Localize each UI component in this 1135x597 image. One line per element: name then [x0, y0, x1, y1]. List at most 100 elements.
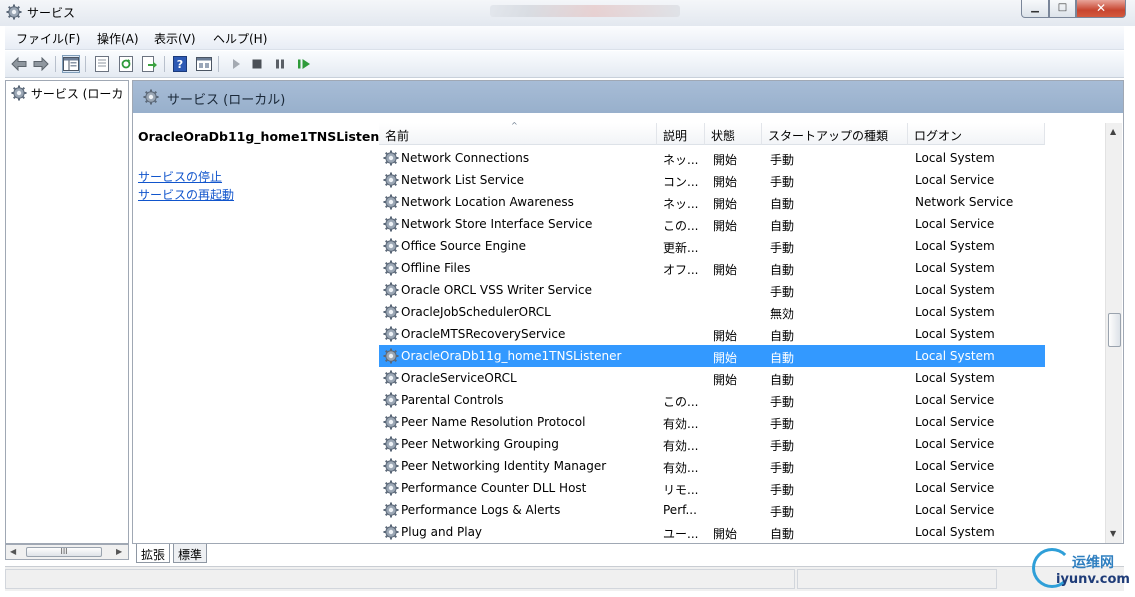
service-name-cell: Plug and Play	[401, 525, 483, 539]
status-cell	[5, 569, 795, 589]
column-header-name[interactable]: ^ 名前	[379, 121, 657, 145]
view-button[interactable]	[195, 55, 213, 73]
service-logon-cell: Local System	[915, 283, 995, 297]
resume-icon	[298, 59, 310, 69]
services-main-pane: サービス (ローカル) OracleOraDb11g_home1TNSListe…	[132, 80, 1124, 544]
table-row[interactable]: OracleJobSchedulerORCL 無効 Local System	[379, 301, 1045, 323]
service-startup-cell: 自動	[770, 373, 795, 387]
show-hide-tree-icon	[63, 57, 79, 71]
menu-help[interactable]: ヘルプ(H)	[213, 30, 267, 47]
scroll-down-icon[interactable]: ▼	[1110, 529, 1116, 538]
column-header-description[interactable]: 説明	[657, 123, 705, 145]
toolbar-separator	[218, 56, 219, 72]
column-header-status[interactable]: 状態	[705, 123, 762, 145]
scroll-up-icon[interactable]: ▲	[1110, 127, 1116, 136]
show-hide-tree-button[interactable]	[62, 55, 80, 73]
table-row[interactable]: OracleServiceORCL 開始 自動 Local System	[379, 367, 1045, 389]
minimize-button[interactable]: ▁	[1021, 0, 1049, 18]
selected-service-title: OracleOraDb11g_home1TNSListener	[138, 129, 394, 144]
properties-button[interactable]	[93, 55, 111, 73]
table-row[interactable]: Network Store Interface Service この... 開始 自動…	[379, 213, 1045, 235]
restart-service-button[interactable]	[295, 55, 313, 73]
back-icon	[11, 57, 27, 71]
refresh-button[interactable]	[117, 55, 135, 73]
table-row[interactable]: Network List Service コン... 開始 手動 Local Servi…	[379, 169, 1045, 191]
service-name-cell: Performance Logs & Alerts	[401, 503, 561, 517]
table-row[interactable]: Oracle ORCL VSS Writer Service 手動 Local Sy…	[379, 279, 1045, 301]
help-button[interactable]: ?	[171, 55, 189, 73]
service-logon-cell: Local Service	[915, 393, 995, 407]
service-gear-icon	[383, 260, 399, 276]
tab-standard[interactable]: 標準	[173, 544, 208, 563]
scroll-thumb[interactable]: III	[26, 547, 102, 557]
tree-node-services-local[interactable]: サービス (ローカ	[11, 85, 123, 102]
watermark-url-text: iyunv.com	[1056, 572, 1130, 587]
service-startup-cell: 手動	[770, 439, 795, 453]
start-service-button[interactable]	[227, 55, 245, 73]
table-row[interactable]: Office Source Engine 更新... 手動 Local System	[379, 235, 1045, 257]
scroll-right-icon[interactable]: ▶	[116, 547, 122, 556]
status-cell	[797, 569, 997, 589]
table-row[interactable]: Performance Counter DLL Host リモ... 手動 Local…	[379, 477, 1045, 499]
forward-button[interactable]	[32, 55, 50, 73]
table-row[interactable]: Network Location Awareness ネッ... 開始 自動 Netwo…	[379, 191, 1045, 213]
service-gear-icon	[383, 502, 399, 518]
export-list-button[interactable]	[141, 55, 159, 73]
service-gear-icon	[383, 370, 399, 386]
minimize-icon: ▁	[1031, 2, 1039, 13]
table-row[interactable]: OracleMTSRecoveryService 開始 自動 Local System	[379, 323, 1045, 345]
scroll-left-icon[interactable]: ◀	[10, 547, 16, 556]
service-gear-icon	[383, 326, 399, 342]
services-vertical-scrollbar[interactable]: ▲ ▼	[1105, 123, 1122, 543]
table-row[interactable]: Parental Controls この... 手動 Local Service	[379, 389, 1045, 411]
service-description-cell: 更新...	[663, 241, 699, 255]
table-row[interactable]: Peer Name Resolution Protocol 有効... 手動 Loca…	[379, 411, 1045, 433]
service-gear-icon	[383, 216, 399, 232]
forward-icon	[33, 57, 49, 71]
service-status-cell: 開始	[713, 219, 738, 233]
table-row[interactable]: Plug and Play ユー... 開始 自動 Local System	[379, 521, 1045, 543]
service-startup-cell: 自動	[770, 527, 795, 541]
service-startup-cell: 手動	[770, 483, 795, 497]
stop-service-link[interactable]: サービスの停止	[138, 168, 222, 185]
column-header-startup-type[interactable]: スタートアップの種類	[762, 123, 908, 145]
menu-view[interactable]: 表示(V)	[154, 30, 196, 47]
title-bar[interactable]: サービス ▁ □ ✕	[0, 0, 1135, 26]
service-name-cell: Network List Service	[401, 173, 525, 187]
restart-service-link[interactable]: サービスの再起動	[138, 186, 234, 203]
watermark-logo: 运维网 iyunv.com	[1030, 546, 1135, 594]
scroll-thumb-grip: III	[60, 547, 68, 556]
service-gear-icon	[383, 392, 399, 408]
table-row[interactable]: Offline Files オフ... 開始 自動 Local System	[379, 257, 1045, 279]
service-name-cell: Network Store Interface Service	[401, 217, 593, 231]
table-row-selected[interactable]: OracleOraDb11g_home1TNSListener 開始 自動 Local…	[379, 345, 1045, 367]
menu-action[interactable]: 操作(A)	[97, 30, 139, 47]
column-header-logon[interactable]: ログオン	[908, 123, 1045, 145]
sort-ascending-icon: ^	[511, 121, 518, 130]
back-button[interactable]	[10, 55, 28, 73]
toolbar-separator	[55, 56, 56, 72]
table-row[interactable]: Peer Networking Grouping 有効... 手動 Local Ser…	[379, 433, 1045, 455]
service-startup-cell: 手動	[770, 505, 795, 519]
tree-horizontal-scrollbar[interactable]: ◀ III ▶	[5, 544, 129, 560]
service-logon-cell: Local Service	[915, 217, 995, 231]
service-status-cell: 開始	[713, 351, 738, 365]
close-button[interactable]: ✕	[1076, 0, 1126, 18]
pause-service-button[interactable]	[271, 55, 289, 73]
menu-file[interactable]: ファイル(F)	[16, 30, 80, 47]
pause-icon	[276, 59, 284, 69]
gear-icon	[143, 89, 159, 105]
maximize-button[interactable]: □	[1049, 0, 1076, 18]
stop-icon	[252, 59, 262, 69]
column-header-label: 説明	[663, 129, 688, 143]
table-row[interactable]: Peer Networking Identity Manager 有効... 手動 L…	[379, 455, 1045, 477]
service-name-cell: OracleServiceORCL	[401, 371, 517, 385]
stop-service-button[interactable]	[248, 55, 266, 73]
service-gear-icon	[383, 436, 399, 452]
tab-extended[interactable]: 拡張	[136, 544, 171, 563]
scroll-thumb[interactable]	[1108, 313, 1121, 347]
table-row[interactable]: Performance Logs & Alerts Perf... 手動 Local …	[379, 499, 1045, 521]
service-gear-icon	[383, 524, 399, 540]
table-row[interactable]: Network Connections ネッ... 開始 手動 Local System	[379, 147, 1045, 169]
service-description-cell: ネッ...	[663, 197, 699, 211]
